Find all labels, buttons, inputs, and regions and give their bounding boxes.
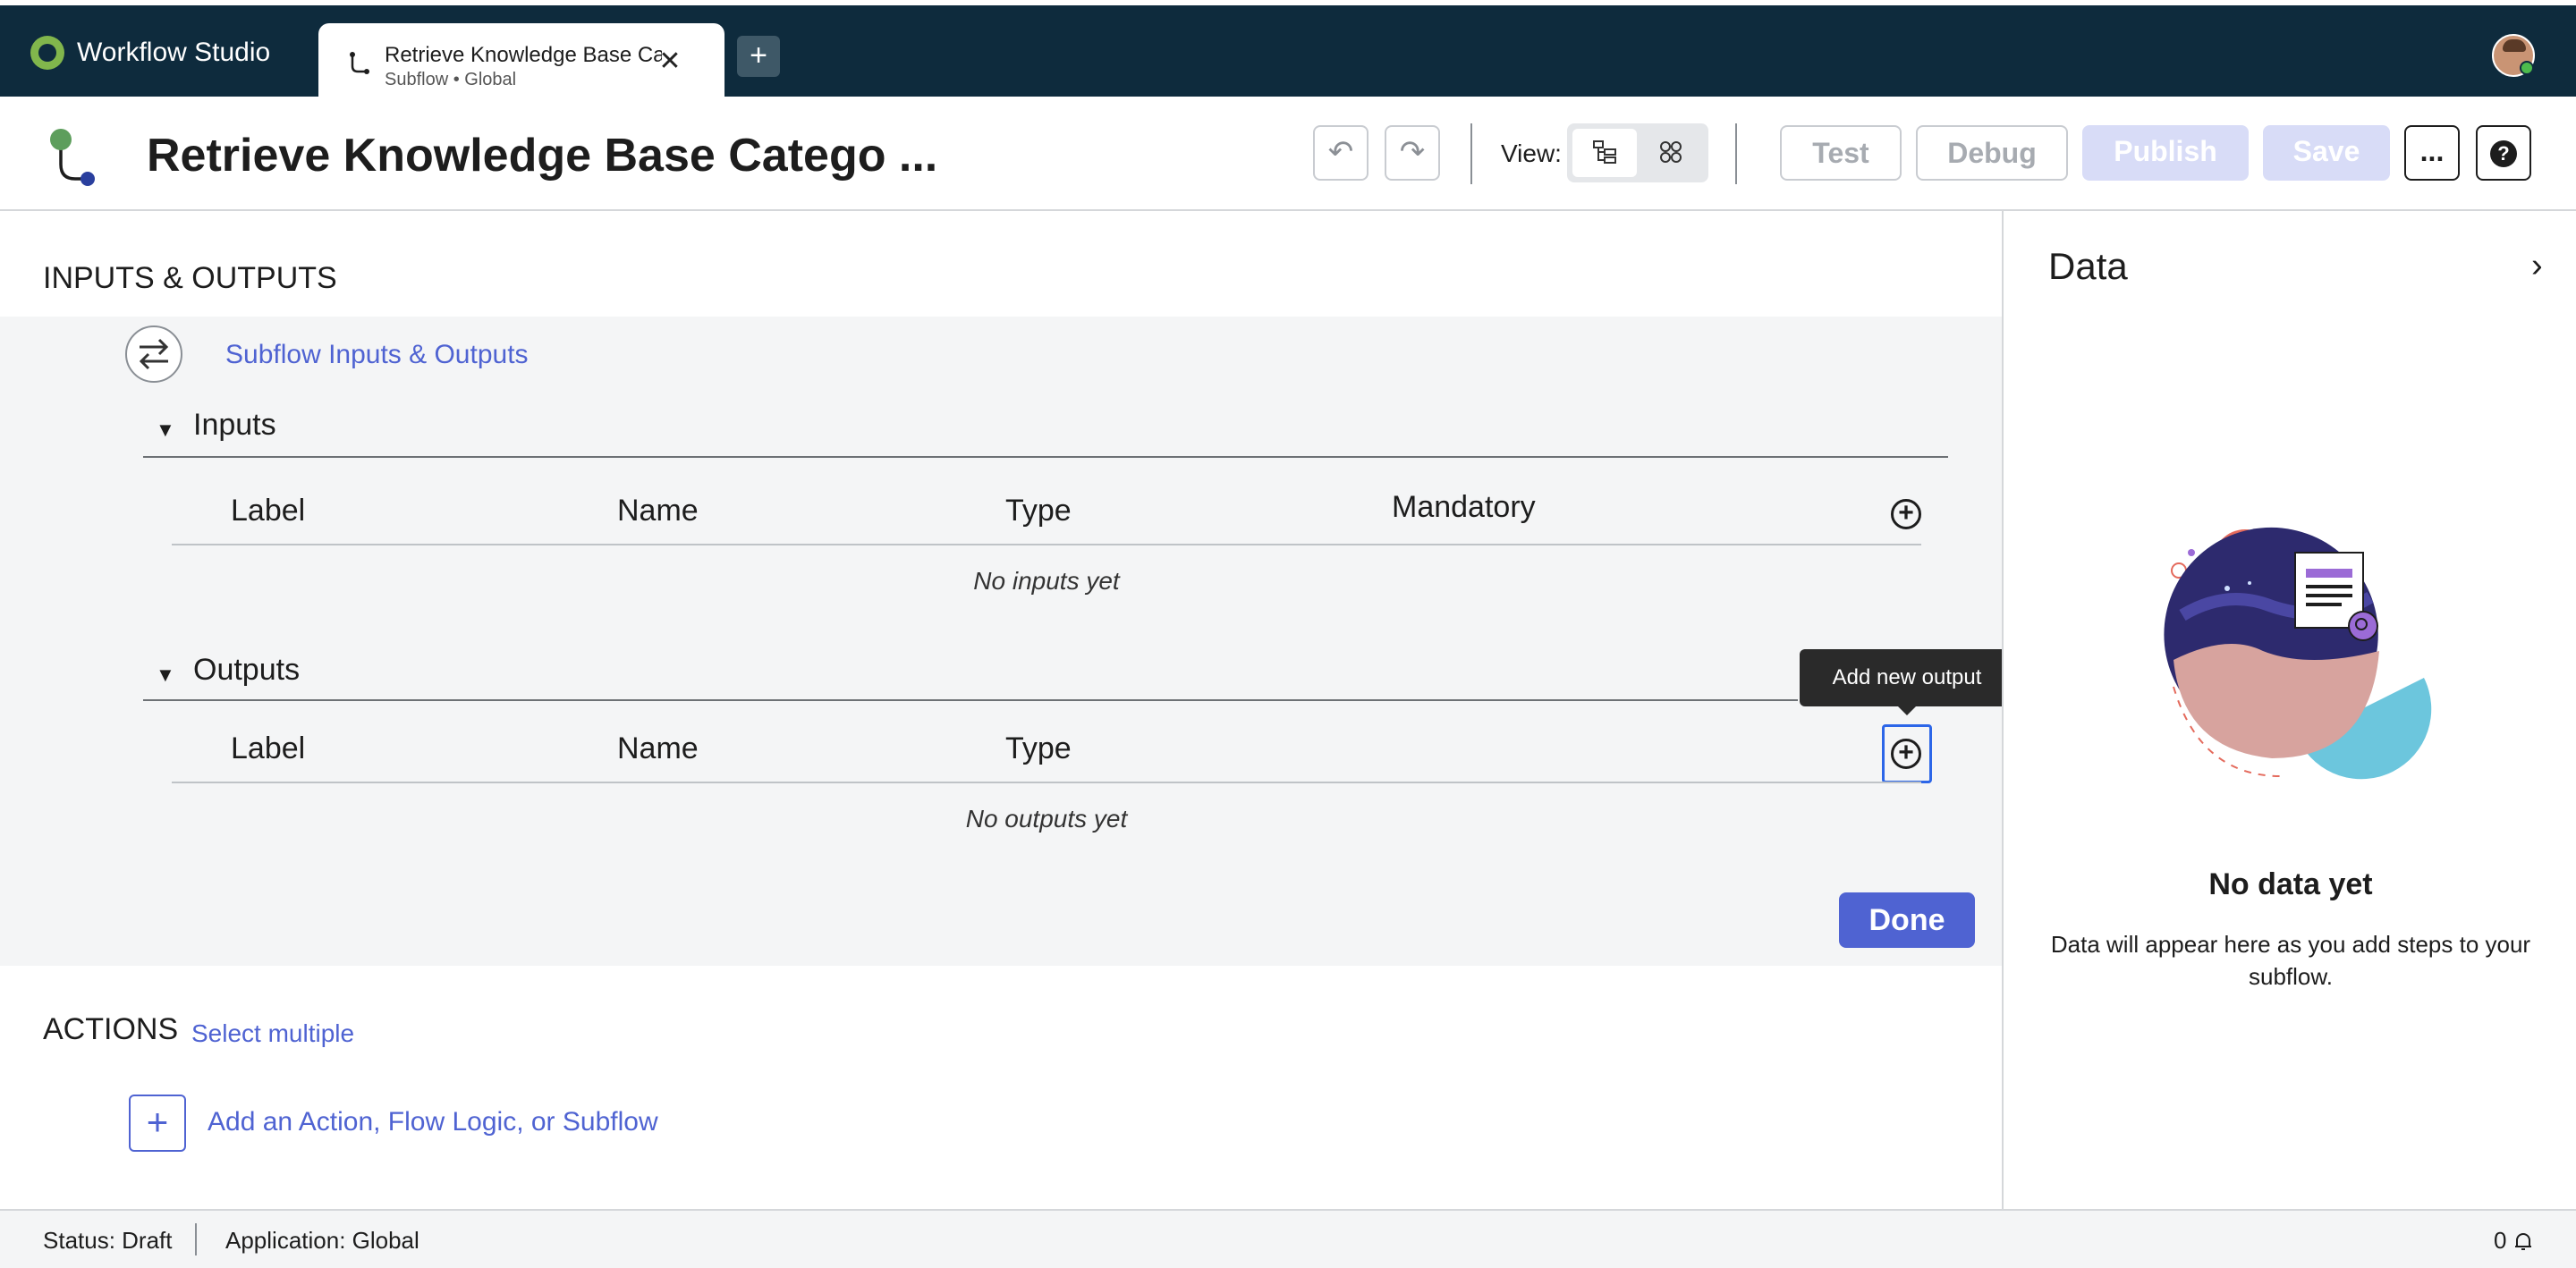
status-draft: Status: Draft — [43, 1227, 173, 1254]
divider — [1470, 123, 1472, 184]
add-action-button[interactable]: + — [129, 1095, 186, 1152]
inputs-col-type: Type — [1005, 494, 1072, 528]
collapse-inputs-icon[interactable]: ▼ — [156, 418, 175, 442]
inputs-title[interactable]: Inputs — [193, 408, 276, 443]
divider — [195, 1223, 197, 1255]
empty-data-title: No data yet — [2208, 867, 2373, 901]
outputs-col-name: Name — [617, 731, 699, 765]
workflow-studio-logo-icon — [30, 36, 64, 70]
divider — [172, 544, 1921, 545]
status-application: Application: Global — [225, 1227, 419, 1254]
add-output-icon[interactable]: + — [1891, 739, 1921, 769]
undo-button[interactable]: ↶ — [1313, 125, 1368, 181]
subflow-logo-icon — [50, 129, 95, 186]
add-output-tooltip: Add new output — [1800, 649, 2014, 715]
divider — [1735, 123, 1737, 184]
divider — [143, 456, 1948, 458]
tab-subflow[interactable]: Retrieve Knowledge Base Ca Subflow • Glo… — [318, 23, 724, 102]
inputs-col-name: Name — [617, 494, 699, 528]
data-panel-title: Data — [2048, 245, 2128, 287]
notification-count: 0 — [2494, 1227, 2507, 1254]
tab-subtitle: Subflow • Global — [385, 70, 517, 89]
more-options-button[interactable]: ... — [2404, 125, 2460, 181]
tab-title: Retrieve Knowledge Base Ca — [385, 43, 662, 67]
add-input-icon[interactable]: + — [1891, 499, 1921, 529]
status-bar: Status: Draft Application: Global 0 — [0, 1209, 2576, 1268]
swap-arrows-icon — [125, 325, 182, 383]
save-button[interactable]: Save — [2263, 125, 2390, 181]
page-title: Retrieve Knowledge Base Catego ... — [147, 130, 938, 182]
test-button[interactable]: Test — [1780, 125, 1902, 181]
subflow-io-link[interactable]: Subflow Inputs & Outputs — [225, 340, 529, 370]
tree-view-icon[interactable] — [1572, 129, 1637, 177]
bell-icon — [2514, 1233, 2531, 1250]
subflow-icon — [350, 52, 369, 74]
inputs-outputs-panel: Subflow Inputs & Outputs ▼ Inputs Label … — [0, 317, 2002, 966]
done-button[interactable]: Done — [1839, 892, 1975, 948]
view-toggle — [1567, 123, 1708, 182]
view-label: View: — [1501, 139, 1562, 167]
brand[interactable]: Workflow Studio — [30, 36, 270, 70]
new-tab-button[interactable]: + — [737, 36, 780, 77]
select-multiple-link[interactable]: Select multiple — [191, 1019, 354, 1048]
diagram-view-icon[interactable] — [1639, 129, 1703, 177]
outputs-col-type: Type — [1005, 731, 1072, 765]
inputs-outputs-heading: INPUTS & OUTPUTS — [43, 261, 337, 295]
outputs-empty-message: No outputs yet — [965, 805, 1128, 833]
online-status-icon — [2520, 61, 2534, 75]
publish-button[interactable]: Publish — [2082, 125, 2249, 181]
debug-button[interactable]: Debug — [1916, 125, 2068, 181]
empty-data-illustration — [2164, 527, 2432, 780]
add-action-link[interactable]: Add an Action, Flow Logic, or Subflow — [208, 1107, 658, 1137]
notifications-button[interactable]: 0 — [2494, 1227, 2533, 1255]
help-icon: ? — [2490, 139, 2517, 167]
app-name: Workflow Studio — [77, 38, 271, 67]
redo-button[interactable]: ↷ — [1385, 125, 1440, 181]
data-panel: Data › No data yet Data will appear here… — [2002, 211, 2576, 1209]
inputs-empty-message: No inputs yet — [973, 567, 1120, 595]
divider — [172, 782, 1921, 783]
divider — [143, 699, 1798, 701]
outputs-col-label: Label — [231, 731, 306, 765]
main-canvas: INPUTS & OUTPUTS Subflow Inputs & Output… — [0, 211, 2014, 1209]
flow-header: Retrieve Knowledge Base Catego ... ↶ ↷ V… — [0, 97, 2576, 211]
inputs-col-mandatory: Mandatory — [1392, 490, 1536, 524]
app-bar: Workflow Studio Retrieve Knowledge Base … — [0, 0, 2576, 102]
outputs-title[interactable]: Outputs — [193, 653, 300, 688]
chevron-right-icon[interactable]: › — [2531, 247, 2543, 285]
inputs-col-label: Label — [231, 494, 306, 528]
close-tab-icon[interactable]: ✕ — [657, 48, 683, 75]
actions-heading: ACTIONS — [43, 1012, 179, 1046]
empty-data-text: Data will appear here as you add steps t… — [2050, 931, 2531, 990]
collapse-outputs-icon[interactable]: ▼ — [156, 664, 175, 687]
help-button[interactable]: ? — [2476, 125, 2531, 181]
